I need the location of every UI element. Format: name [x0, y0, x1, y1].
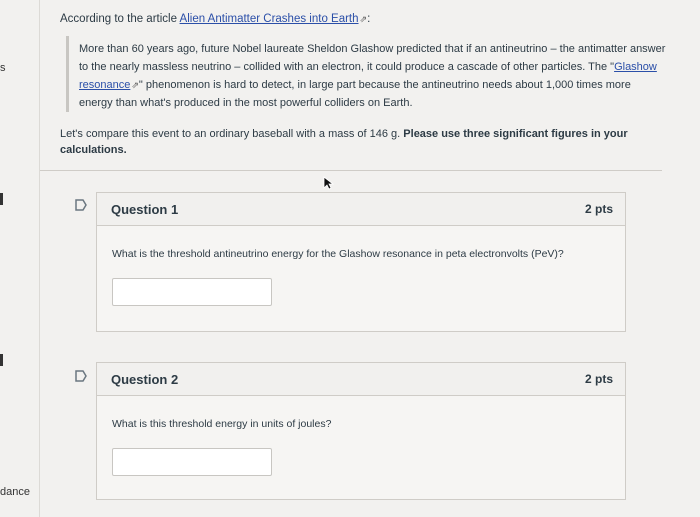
question-body: What is this threshold energy in units o…: [97, 396, 625, 476]
nav-fragment-bottom[interactable]: dance: [0, 486, 30, 498]
question-points: 2 pts: [584, 372, 613, 386]
question-points: 2 pts: [584, 202, 613, 216]
answer-input-1[interactable]: [112, 278, 272, 306]
left-navigation: s dance: [0, 0, 40, 517]
question-header: Question 2 2 pts: [97, 363, 625, 396]
answer-input-2[interactable]: [112, 448, 272, 476]
question-2: Question 2 2 pts What is this threshold …: [96, 362, 626, 500]
intro-line: According to the article Alien Antimatte…: [60, 13, 370, 25]
nav-marker: [0, 354, 3, 366]
question-header: Question 1 2 pts: [97, 193, 625, 226]
question-text: What is this threshold energy in units o…: [112, 418, 332, 430]
question-body: What is the threshold antineutrino energ…: [97, 226, 625, 306]
intro-suffix: :: [367, 13, 371, 25]
quote-text-1: More than 60 years ago, future Nobel lau…: [79, 43, 666, 73]
intro-prefix: According to the article: [60, 13, 180, 25]
article-quote: More than 60 years ago, future Nobel lau…: [66, 36, 666, 112]
nav-fragment-top[interactable]: s: [0, 62, 6, 74]
quote-text-2: " phenomenon is hard to detect, in large…: [79, 79, 631, 109]
question-1: Question 1 2 pts What is the threshold a…: [96, 192, 626, 332]
nav-marker: [0, 193, 3, 205]
instructions-text: Let's compare this event to an ordinary …: [60, 128, 404, 140]
external-link-icon: ⇗: [131, 80, 139, 90]
question-title: Question 2: [111, 371, 179, 387]
flag-icon[interactable]: [74, 198, 88, 212]
flag-icon[interactable]: [74, 369, 88, 383]
question-text: What is the threshold antineutrino energ…: [112, 248, 564, 260]
external-link-icon: ⇗: [359, 14, 368, 24]
mouse-cursor-icon: [323, 176, 335, 190]
article-link[interactable]: Alien Antimatter Crashes into Earth: [180, 13, 359, 25]
question-title: Question 1: [111, 201, 179, 217]
instructions: Let's compare this event to an ordinary …: [60, 126, 650, 158]
divider: [40, 170, 662, 171]
